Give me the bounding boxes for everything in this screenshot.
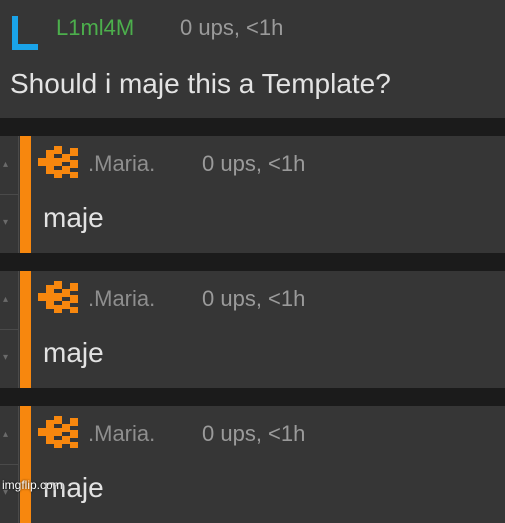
reply-comment: ▴ ▾ .Maria. 0 ups, <1h maje	[0, 406, 505, 523]
upvote-icon[interactable]: ▴	[3, 160, 13, 170]
upvote-icon[interactable]: ▴	[3, 430, 13, 440]
vote-column: ▴ ▾	[0, 271, 19, 388]
reply-text: maje	[43, 337, 104, 368]
reply-comment: ▴ ▾ .Maria. 0 ups, <1h maje	[0, 271, 505, 388]
imgflip-watermark: imgflip.com	[2, 478, 63, 492]
upvote-icon[interactable]: ▴	[3, 295, 13, 305]
vote-divider	[0, 194, 18, 195]
downvote-icon[interactable]: ▾	[3, 218, 13, 228]
maria-avatar-icon[interactable]	[36, 279, 80, 315]
vote-divider	[0, 329, 18, 330]
maria-avatar-icon[interactable]	[36, 144, 80, 180]
post-meta: 0 ups, <1h	[180, 15, 284, 40]
vote-column: ▴ ▾	[0, 406, 19, 523]
vote-divider	[0, 464, 18, 465]
reply-meta: 0 ups, <1h	[202, 421, 306, 446]
reply-username[interactable]: .Maria.	[88, 420, 155, 448]
post-text: Should i maje this a Template?	[10, 68, 391, 99]
reply-indent-bar	[20, 406, 31, 523]
reply-meta: 0 ups, <1h	[202, 286, 306, 311]
downvote-icon[interactable]: ▾	[3, 353, 13, 363]
reply-meta: 0 ups, <1h	[202, 151, 306, 176]
reply-comment: ▴ ▾ .Maria. 0 ups, <1h maje	[0, 136, 505, 253]
vote-column: ▴ ▾	[0, 136, 19, 253]
post-username[interactable]: L1ml4M	[56, 14, 134, 42]
reply-text: maje	[43, 202, 104, 233]
user-l-avatar-icon[interactable]	[10, 14, 40, 52]
reply-indent-bar	[20, 136, 31, 253]
reply-username[interactable]: .Maria.	[88, 285, 155, 313]
reply-indent-bar	[20, 271, 31, 388]
main-post: L1ml4M 0 ups, <1h Should i maje this a T…	[0, 0, 505, 118]
maria-avatar-icon[interactable]	[36, 414, 80, 450]
reply-username[interactable]: .Maria.	[88, 150, 155, 178]
